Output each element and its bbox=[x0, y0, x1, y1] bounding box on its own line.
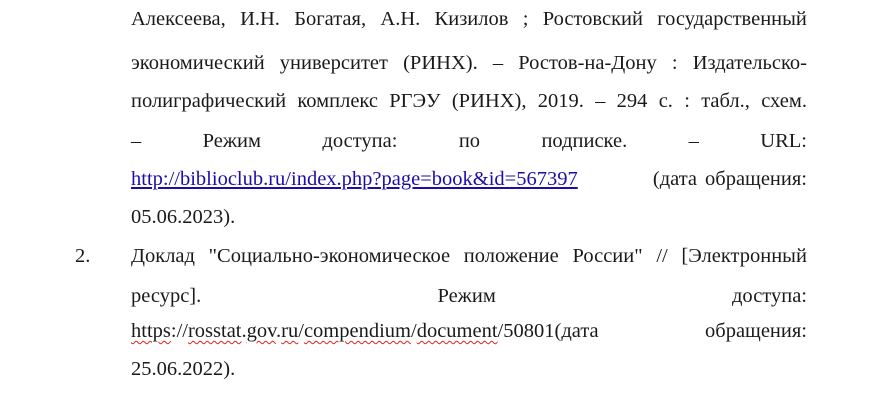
word: : bbox=[671, 52, 678, 74]
word: России" bbox=[572, 245, 643, 267]
entry1-line2: экономический университет (РИНХ). – Рост… bbox=[131, 50, 807, 76]
access-date: 25.06.2022). bbox=[131, 358, 236, 380]
document-page: Алексеева, И.Н. Богатая, А.Н. Кизилов ; … bbox=[0, 0, 870, 400]
word: положение bbox=[463, 245, 559, 267]
word: // bbox=[656, 245, 668, 267]
word: Ростов-на-Дону bbox=[518, 52, 657, 74]
word: ; bbox=[522, 8, 529, 30]
word: экономический bbox=[131, 52, 265, 74]
word: Ростовский bbox=[542, 8, 643, 30]
word: подписке. bbox=[541, 130, 628, 152]
entry1-line6: 05.06.2023). bbox=[131, 204, 807, 230]
word: (РИНХ). bbox=[403, 52, 478, 74]
word: Кизилов bbox=[434, 8, 509, 30]
word: Алексеева, bbox=[131, 8, 226, 30]
word: государственный bbox=[657, 8, 807, 30]
word: РГЭУ bbox=[389, 90, 441, 112]
access-date: 05.06.2023). bbox=[131, 206, 236, 228]
word: Издательско- bbox=[692, 52, 807, 74]
word: доступа: bbox=[732, 285, 807, 307]
entry2-line3: https://rosstat.gov.ru/compendium/docume… bbox=[131, 318, 807, 344]
word: А.Н. bbox=[380, 8, 421, 30]
entry1-line4: – Режим доступа: по подписке. – URL: bbox=[131, 128, 807, 154]
word: табл., bbox=[701, 90, 750, 112]
word: И.Н. bbox=[240, 8, 280, 30]
word: – bbox=[492, 52, 504, 74]
word: 2019. bbox=[537, 90, 584, 112]
biblioclub-link[interactable]: http://biblioclub.ru/index.php?page=book… bbox=[131, 166, 578, 192]
rosstat-url[interactable]: https://rosstat.gov.ru/compendium/docume… bbox=[131, 318, 599, 344]
word: : bbox=[684, 90, 690, 112]
word: URL: bbox=[760, 130, 807, 152]
word: – bbox=[688, 130, 699, 152]
word: ресурс]. bbox=[131, 285, 202, 307]
word: схем. bbox=[761, 90, 807, 112]
word: обращения: bbox=[705, 168, 807, 190]
word: комплекс bbox=[297, 90, 378, 112]
word: обращения: bbox=[705, 320, 807, 342]
entry1-line5: http://biblioclub.ru/index.php?page=book… bbox=[131, 166, 807, 192]
entry1-line1: Алексеева, И.Н. Богатая, А.Н. Кизилов ; … bbox=[131, 6, 807, 32]
word: Доклад bbox=[131, 245, 195, 267]
word: Режим bbox=[202, 130, 261, 152]
word: (РИНХ), bbox=[451, 90, 527, 112]
word: 294 bbox=[616, 90, 648, 112]
word: – bbox=[595, 90, 606, 112]
list-number-2: 2. bbox=[75, 245, 91, 267]
word: Богатая, bbox=[294, 8, 367, 30]
entry2-line4: 25.06.2022). bbox=[131, 356, 807, 382]
word: – bbox=[131, 130, 142, 152]
entry2-line2: ресурс]. Режим доступа: bbox=[131, 283, 807, 309]
word: полиграфический bbox=[131, 90, 287, 112]
word: по bbox=[458, 130, 481, 152]
word: [Электронный bbox=[681, 245, 807, 267]
word: университет bbox=[279, 52, 388, 74]
word: Режим bbox=[437, 285, 496, 307]
entry1-line3: полиграфический комплекс РГЭУ (РИНХ), 20… bbox=[131, 88, 807, 114]
word: (дата bbox=[652, 168, 698, 190]
entry2-line1: Доклад "Социально-экономическое положени… bbox=[131, 243, 807, 269]
word: с. bbox=[658, 90, 673, 112]
word: доступа: bbox=[322, 130, 398, 152]
word: "Социально-экономическое bbox=[208, 245, 451, 267]
